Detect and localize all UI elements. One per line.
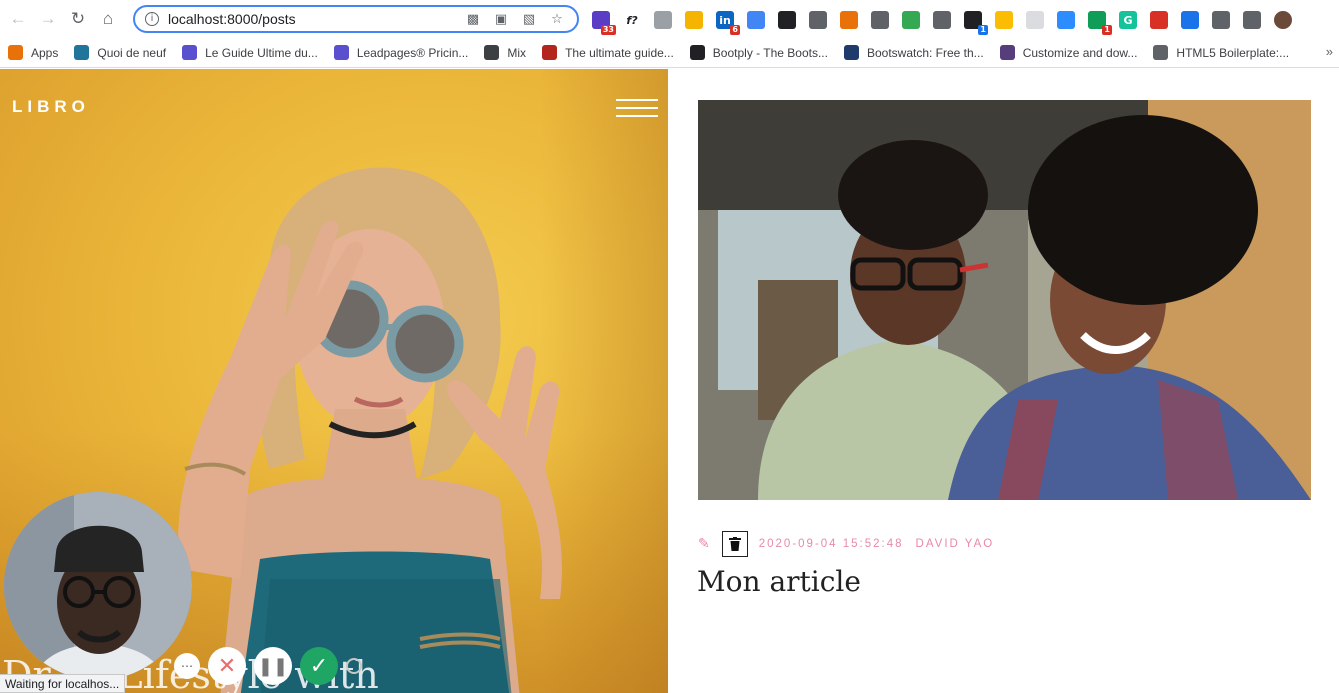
bookmark-label: Bootply - The Boots... [712, 45, 828, 60]
leadpages-icon [182, 45, 198, 60]
target-ext-icon[interactable] [1150, 11, 1168, 29]
bootstrap-icon [999, 45, 1015, 60]
extension-badge: 33 [600, 25, 616, 35]
sheet-ext-icon[interactable]: 1 [1088, 11, 1112, 35]
delete-button[interactable] [721, 531, 748, 557]
record-indicator-icon [346, 658, 362, 674]
bookmark-label: Mix [507, 45, 527, 60]
forward-button[interactable]: → [34, 5, 62, 33]
bookmark-item[interactable]: Mix [476, 41, 534, 65]
address-url[interactable]: localhost:8000/posts [168, 11, 465, 27]
bookmark-item[interactable]: Le Guide Ultime du... [174, 41, 326, 65]
article-panel: ✎ 2020-09-04 15:52:48 DAVID YAO Mon arti… [668, 69, 1339, 693]
extension-badge: 6 [730, 25, 740, 35]
translate-icon[interactable]: ▧ [521, 11, 537, 27]
function-ext-icon[interactable]: f? [623, 11, 641, 29]
profile-avatar-icon[interactable] [1274, 11, 1292, 29]
cube-ext-icon[interactable]: 1 [964, 11, 988, 35]
square-ext-icon[interactable] [871, 11, 889, 29]
finish-recording-icon[interactable]: ✓ [300, 647, 338, 685]
site-info-icon[interactable]: i [145, 12, 159, 26]
shield-ext-icon[interactable] [995, 11, 1013, 29]
site-logo[interactable]: LIBRO [12, 97, 90, 117]
camera-ext-icon[interactable] [933, 11, 951, 29]
article-image[interactable] [698, 100, 1311, 500]
bookmark-item[interactable]: Apps [0, 41, 66, 65]
edit-pencil-icon[interactable]: ✎ [698, 536, 710, 552]
bookmark-label: Customize and dow... [1022, 45, 1138, 60]
refresh-ext-icon[interactable] [1212, 11, 1230, 29]
extension-badge: 1 [1102, 25, 1112, 35]
bookmark-item[interactable]: HTML5 Boilerplate:... [1145, 41, 1297, 65]
grammarly-ext-icon[interactable]: G [1119, 11, 1137, 29]
c-logo-icon [689, 45, 705, 60]
post-author[interactable]: DAVID YAO [916, 538, 995, 550]
extensions-bar: 33 f? in 6 1 1 G [592, 9, 1305, 35]
address-bar[interactable]: i localhost:8000/posts ▩ ▣ ▧ ☆ [133, 5, 579, 33]
cast-icon[interactable]: ▣ [493, 11, 509, 27]
leadpages-icon [333, 45, 349, 60]
more-bookmarks-button[interactable]: » [1326, 44, 1333, 59]
translate-ext-icon[interactable] [747, 11, 765, 29]
reload-button[interactable]: ↻ [64, 5, 92, 33]
trash-icon [728, 537, 741, 551]
hamburger-menu-icon[interactable] [616, 99, 658, 119]
frame-ext-icon[interactable] [1026, 11, 1044, 29]
wordpress-icon [74, 45, 90, 60]
bookmark-item[interactable]: The ultimate guide... [534, 41, 682, 65]
paper-plane-icon [484, 45, 500, 60]
post-date[interactable]: 2020-09-04 15:52:48 [759, 538, 904, 550]
bookmark-star-icon[interactable]: ☆ [549, 11, 565, 27]
hero-photo [178, 167, 562, 693]
bookmark-item[interactable]: Bootply - The Boots... [682, 41, 836, 65]
bookmark-item[interactable]: Leadpages® Pricin... [326, 41, 477, 65]
status-bar: Waiting for localhos... [0, 674, 126, 693]
camera-blocked-icon[interactable]: ▩ [465, 11, 481, 27]
post-title[interactable]: Mon article [697, 565, 861, 598]
globe-icon [1153, 45, 1169, 60]
video-ext-icon[interactable] [1057, 11, 1075, 29]
more-options-icon[interactable]: ⋯ [174, 653, 200, 679]
bookmark-label: Bootswatch: Free th... [866, 45, 984, 60]
apps-grid-icon [8, 45, 23, 60]
webcam-overlay [4, 492, 192, 680]
download-ext-icon[interactable] [1181, 11, 1199, 29]
bookmark-item[interactable]: Quoi de neuf [66, 41, 174, 65]
grid-ext-icon[interactable] [778, 11, 796, 29]
bookmark-item[interactable]: Bootswatch: Free th... [836, 41, 992, 65]
page-ext-icon[interactable] [654, 11, 672, 29]
circle-ext-icon[interactable] [840, 11, 858, 29]
bookmark-label: Le Guide Ultime du... [205, 45, 318, 60]
bookmarks-bar: Apps Quoi de neuf Le Guide Ultime du... Lea… [0, 38, 1339, 68]
home-button[interactable]: ⌂ [94, 5, 122, 33]
w-logo-icon [542, 45, 558, 60]
cancel-recording-icon[interactable]: ✕ [208, 647, 246, 685]
post-meta: ✎ 2020-09-04 15:52:48 DAVID YAO [698, 531, 994, 557]
bookmark-label: HTML5 Boilerplate:... [1176, 45, 1290, 60]
back-button[interactable]: ← [4, 5, 32, 33]
bookmark-label: The ultimate guide... [565, 45, 674, 60]
bookmark-label: Apps [31, 45, 59, 60]
webcam-person [4, 492, 192, 680]
bookmark-item[interactable]: Customize and dow... [992, 41, 1146, 65]
green-dot-ext-icon[interactable] [902, 11, 920, 29]
recording-controls: ⋯ ✕ ❚❚ ✓ [174, 647, 370, 685]
b-logo-icon [843, 45, 859, 60]
extension-badge: 1 [978, 25, 988, 35]
puzzle-ext-icon[interactable] [1243, 11, 1261, 29]
bookmark-label: Quoi de neuf [97, 45, 167, 60]
graduation-cap-ext-icon[interactable]: 33 [592, 11, 616, 35]
bookmark-label: Leadpages® Pricin... [356, 45, 469, 60]
emoji-ext-icon[interactable] [685, 11, 703, 29]
eyedropper-ext-icon[interactable] [809, 11, 827, 29]
linkedin-ext-icon[interactable]: in 6 [716, 11, 740, 35]
pause-recording-icon[interactable]: ❚❚ [254, 647, 292, 685]
